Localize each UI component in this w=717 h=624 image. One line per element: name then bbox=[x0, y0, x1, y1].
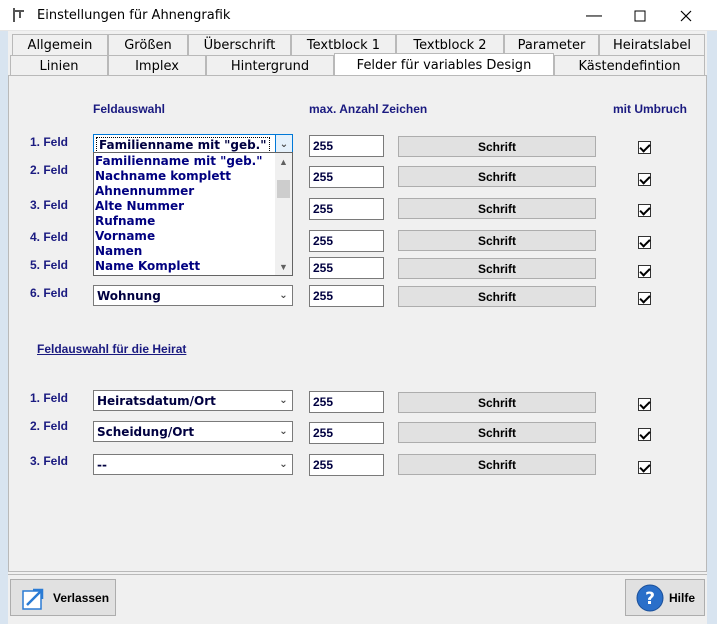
marriage-field-3-font-button[interactable]: Schrift bbox=[398, 454, 596, 475]
background-strip-left bbox=[0, 31, 8, 624]
field-5-font-button[interactable]: Schrift bbox=[398, 258, 596, 279]
marriage-field-1-select[interactable]: Heiratsdatum/Ort ⌄ bbox=[93, 390, 293, 411]
field-6-wrap-checkbox[interactable] bbox=[638, 292, 651, 305]
maximize-icon bbox=[634, 10, 646, 21]
marriage-field-1-max-input[interactable]: 255 bbox=[309, 391, 384, 413]
tab-kaestendefintion[interactable]: Kästendefintion bbox=[554, 55, 705, 76]
field-5-label: 5. Feld bbox=[30, 258, 69, 272]
tab-textblock-1[interactable]: Textblock 1 bbox=[291, 34, 396, 55]
tab-parameter[interactable]: Parameter bbox=[504, 34, 599, 55]
dropdown-option[interactable]: Vorname bbox=[95, 229, 155, 244]
help-button-label: Hilfe bbox=[669, 590, 696, 605]
chevron-down-icon[interactable]: ⌄ bbox=[275, 391, 292, 410]
field-6-select[interactable]: Wohnung ⌄ bbox=[93, 285, 293, 306]
tab-implex[interactable]: Implex bbox=[108, 55, 206, 76]
field-3-font-button[interactable]: Schrift bbox=[398, 198, 596, 219]
dropdown-option[interactable]: Name Komplett bbox=[95, 259, 200, 274]
chevron-down-icon[interactable]: ⌄ bbox=[275, 422, 292, 441]
scroll-down-icon[interactable]: ▼ bbox=[275, 258, 292, 275]
help-button[interactable]: ? Hilfe bbox=[625, 579, 705, 616]
field-3-max-input[interactable]: 255 bbox=[309, 198, 384, 220]
marriage-field-2-select-value: Scheidung/Ort bbox=[97, 425, 195, 439]
marriage-field-2-label: 2. Feld bbox=[30, 419, 69, 433]
marriage-field-2-font-button[interactable]: Schrift bbox=[398, 422, 596, 443]
field-4-font-button[interactable]: Schrift bbox=[398, 230, 596, 251]
dropdown-option[interactable]: Rufname bbox=[95, 214, 155, 229]
header-feldauswahl: Feldauswahl bbox=[93, 102, 166, 116]
field-1-font-button[interactable]: Schrift bbox=[398, 136, 596, 157]
svg-text:?: ? bbox=[645, 589, 655, 609]
exit-button[interactable]: Verlassen bbox=[10, 579, 116, 616]
marriage-field-1-wrap-checkbox[interactable] bbox=[638, 398, 651, 411]
marriage-field-2-wrap-checkbox[interactable] bbox=[638, 428, 651, 441]
field-4-label: 4. Feld bbox=[30, 230, 69, 244]
field-1-dropdown-list[interactable]: Familienname mit "geb." Nachname komplet… bbox=[93, 152, 293, 276]
title-bar: Einstellungen für Ahnengrafik — bbox=[0, 0, 717, 31]
marriage-field-3-max-input[interactable]: 255 bbox=[309, 454, 384, 476]
marriage-field-3-wrap-checkbox[interactable] bbox=[638, 461, 651, 474]
dropdown-option[interactable]: Nachname komplett bbox=[95, 169, 231, 184]
header-umbruch: mit Umbruch bbox=[613, 102, 688, 116]
dropdown-option[interactable]: Namen bbox=[95, 244, 142, 259]
background-strip-right bbox=[707, 31, 717, 624]
close-icon bbox=[680, 10, 692, 21]
tab-felder-variables-design[interactable]: Felder für variables Design bbox=[334, 53, 554, 76]
field-4-wrap-checkbox[interactable] bbox=[638, 236, 651, 249]
marriage-field-1-select-value: Heiratsdatum/Ort bbox=[97, 394, 216, 408]
marriage-section-title: Feldauswahl für die Heirat bbox=[37, 342, 187, 356]
field-5-wrap-checkbox[interactable] bbox=[638, 265, 651, 278]
field-6-select-value: Wohnung bbox=[97, 289, 161, 303]
field-1-label: 1. Feld bbox=[30, 135, 69, 149]
chevron-down-icon[interactable]: ⌄ bbox=[275, 455, 292, 474]
tab-ueberschrift[interactable]: Überschrift bbox=[188, 34, 291, 55]
dropdown-option[interactable]: Ahnennummer bbox=[95, 184, 194, 199]
field-6-font-button[interactable]: Schrift bbox=[398, 286, 596, 307]
exit-arrow-icon bbox=[22, 588, 44, 610]
field-3-wrap-checkbox[interactable] bbox=[638, 204, 651, 217]
scrollbar-thumb[interactable] bbox=[277, 180, 290, 198]
minimize-icon: — bbox=[586, 6, 602, 24]
field-3-label: 3. Feld bbox=[30, 198, 69, 212]
marriage-field-3-label: 3. Feld bbox=[30, 454, 69, 468]
chevron-down-icon[interactable]: ⌄ bbox=[275, 286, 292, 305]
marriage-field-3-select[interactable]: -- ⌄ bbox=[93, 454, 293, 475]
field-6-max-input[interactable]: 255 bbox=[309, 285, 384, 307]
tab-linien[interactable]: Linien bbox=[10, 55, 108, 76]
field-1-wrap-checkbox[interactable] bbox=[638, 141, 651, 154]
exit-button-label: Verlassen bbox=[53, 590, 110, 605]
field-1-select-value: Familienname mit "geb." bbox=[96, 137, 270, 153]
window-title: Einstellungen für Ahnengrafik bbox=[37, 8, 231, 23]
marriage-field-2-max-input[interactable]: 255 bbox=[309, 422, 384, 444]
dropdown-option[interactable]: Alte Nummer bbox=[95, 199, 184, 214]
field-2-font-button[interactable]: Schrift bbox=[398, 166, 596, 187]
field-6-label: 6. Feld bbox=[30, 286, 69, 300]
app-icon bbox=[13, 8, 24, 22]
minimize-button[interactable]: — bbox=[571, 0, 617, 31]
field-2-wrap-checkbox[interactable] bbox=[638, 173, 651, 186]
tab-heiratslabel[interactable]: Heiratslabel bbox=[599, 34, 705, 55]
field-2-label: 2. Feld bbox=[30, 163, 69, 177]
close-button[interactable] bbox=[663, 0, 709, 31]
field-2-max-input[interactable]: 255 bbox=[309, 166, 384, 188]
marriage-field-3-select-value: -- bbox=[97, 458, 107, 472]
marriage-field-1-label: 1. Feld bbox=[30, 391, 69, 405]
tab-textblock-2[interactable]: Textblock 2 bbox=[396, 34, 504, 55]
maximize-button[interactable] bbox=[617, 0, 663, 31]
field-5-max-input[interactable]: 255 bbox=[309, 257, 384, 279]
header-max-chars: max. Anzahl Zeichen bbox=[309, 102, 428, 116]
field-4-max-input[interactable]: 255 bbox=[309, 230, 384, 252]
help-icon: ? bbox=[636, 584, 664, 611]
marriage-field-2-select[interactable]: Scheidung/Ort ⌄ bbox=[93, 421, 293, 442]
field-1-max-input[interactable]: 255 bbox=[309, 135, 384, 157]
dropdown-scrollbar[interactable]: ▲ ▼ bbox=[275, 153, 292, 275]
tab-hintergrund[interactable]: Hintergrund bbox=[206, 55, 334, 76]
tab-allgemein[interactable]: Allgemein bbox=[12, 34, 108, 55]
marriage-field-1-font-button[interactable]: Schrift bbox=[398, 392, 596, 413]
dropdown-option[interactable]: Familienname mit "geb." bbox=[95, 154, 263, 169]
scroll-up-icon[interactable]: ▲ bbox=[275, 153, 292, 170]
tab-groessen[interactable]: Größen bbox=[108, 34, 188, 55]
